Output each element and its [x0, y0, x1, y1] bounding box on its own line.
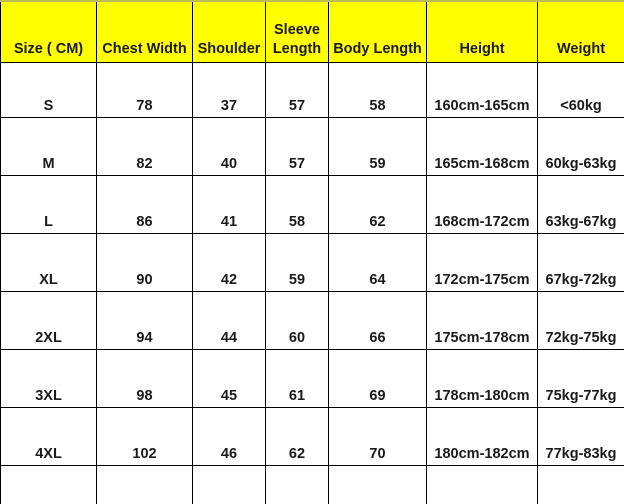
cell-sleeve-length: 59 [265, 233, 329, 292]
table-row: S 78 37 57 58 160cm-165cm <60kg [0, 62, 624, 118]
cell-size: 3XL [0, 349, 97, 408]
cell-size: 2XL [0, 291, 97, 350]
cell-size: 5XL [0, 465, 97, 504]
table-header: Size ( CM) Chest Width Shoulder Sleeve L… [0, 0, 624, 63]
cell-shoulder: 37 [192, 62, 266, 118]
table-body: S 78 37 57 58 160cm-165cm <60kg M 82 40 … [0, 62, 624, 504]
cell-height: 175cm-178cm [426, 291, 538, 350]
column-header-weight: Weight [537, 0, 624, 63]
cell-weight: 72kg-75kg [537, 291, 624, 350]
cell-size: L [0, 175, 97, 234]
size-chart-table-container: Size ( CM) Chest Width Shoulder Sleeve L… [0, 0, 624, 504]
cell-chest-width: 98 [96, 349, 193, 408]
cell-chest-width: 108 [96, 465, 193, 504]
top-rule-divider [0, 0, 624, 2]
cell-chest-width: 102 [96, 407, 193, 466]
cell-sleeve-length: 63 [265, 465, 329, 504]
cell-weight: 67kg-72kg [537, 233, 624, 292]
column-header-weight-label: Weight [556, 41, 606, 57]
cell-body-length: 62 [328, 175, 427, 234]
column-header-size: Size ( CM) [0, 0, 97, 63]
cell-weight: 63kg-67kg [537, 175, 624, 234]
column-header-sleeve-length: Sleeve Length [265, 0, 329, 63]
cell-height: 180cm-182cm [426, 407, 538, 466]
table-row: 3XL 98 45 61 69 178cm-180cm 75kg-77kg [0, 349, 624, 408]
table-row: XL 90 42 59 64 172cm-175cm 67kg-72kg [0, 233, 624, 292]
cell-height: 168cm-172cm [426, 175, 538, 234]
cell-weight: <60kg [537, 62, 624, 118]
cell-weight: 60kg-63kg [537, 117, 624, 176]
cell-height: 165cm-168cm [426, 117, 538, 176]
column-header-sleeve-length-label-line1: Sleeve [274, 22, 320, 38]
cell-chest-width: 94 [96, 291, 193, 350]
cell-body-length: 58 [328, 62, 427, 118]
cell-shoulder: 44 [192, 291, 266, 350]
table-row: L 86 41 58 62 168cm-172cm 63kg-67kg [0, 175, 624, 234]
cell-shoulder: 42 [192, 233, 266, 292]
size-chart-table: Size ( CM) Chest Width Shoulder Sleeve L… [0, 0, 624, 504]
cell-size: 4XL [0, 407, 97, 466]
cell-height: 160cm-165cm [426, 62, 538, 118]
cell-chest-width: 78 [96, 62, 193, 118]
cell-weight: >85kg [537, 465, 624, 504]
cell-sleeve-length: 61 [265, 349, 329, 408]
column-header-chest-width-label: Chest Width [102, 41, 187, 57]
cell-body-length: 70 [328, 407, 427, 466]
table-row: 2XL 94 44 60 66 175cm-178cm 72kg-75kg [0, 291, 624, 350]
cell-sleeve-length: 57 [265, 62, 329, 118]
cell-body-length: 66 [328, 291, 427, 350]
cell-height: 178cm-180cm [426, 349, 538, 408]
cell-size: S [0, 62, 97, 118]
cell-size: M [0, 117, 97, 176]
cell-body-length: 69 [328, 349, 427, 408]
column-header-body-length-label: Body Length [333, 41, 422, 57]
table-row: 5XL 108 48 63 71 185cm >85kg [0, 465, 624, 504]
column-header-body-length: Body Length [328, 0, 427, 63]
cell-shoulder: 41 [192, 175, 266, 234]
cell-chest-width: 82 [96, 117, 193, 176]
column-header-shoulder: Shoulder [192, 0, 266, 63]
cell-shoulder: 40 [192, 117, 266, 176]
cell-shoulder: 45 [192, 349, 266, 408]
column-header-size-label: Size ( CM) [13, 41, 84, 57]
cell-chest-width: 90 [96, 233, 193, 292]
cell-size: XL [0, 233, 97, 292]
cell-chest-width: 86 [96, 175, 193, 234]
cell-height: 185cm [426, 465, 538, 504]
column-header-chest-width: Chest Width [96, 0, 193, 63]
table-row: 4XL 102 46 62 70 180cm-182cm 77kg-83kg [0, 407, 624, 466]
column-header-sleeve-length-label-line2: Length [272, 41, 322, 57]
table-row: M 82 40 57 59 165cm-168cm 60kg-63kg [0, 117, 624, 176]
cell-height: 172cm-175cm [426, 233, 538, 292]
cell-sleeve-length: 58 [265, 175, 329, 234]
cell-body-length: 59 [328, 117, 427, 176]
cell-sleeve-length: 60 [265, 291, 329, 350]
cell-body-length: 71 [328, 465, 427, 504]
cell-weight: 77kg-83kg [537, 407, 624, 466]
cell-body-length: 64 [328, 233, 427, 292]
cell-weight: 75kg-77kg [537, 349, 624, 408]
column-header-shoulder-label: Shoulder [197, 41, 261, 57]
column-header-height-label: Height [459, 41, 505, 57]
cell-sleeve-length: 62 [265, 407, 329, 466]
cell-sleeve-length: 57 [265, 117, 329, 176]
column-header-height: Height [426, 0, 538, 63]
cell-shoulder: 46 [192, 407, 266, 466]
cell-shoulder: 48 [192, 465, 266, 504]
table-header-row: Size ( CM) Chest Width Shoulder Sleeve L… [0, 0, 624, 63]
